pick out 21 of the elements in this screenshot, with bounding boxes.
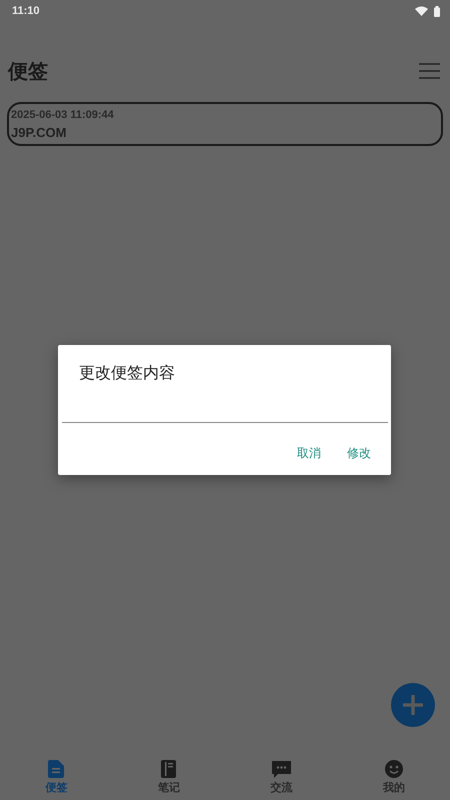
note-content: J9P.COM — [11, 125, 68, 140]
notebook-icon — [161, 760, 176, 778]
nav-tab[interactable]: 交流 — [225, 760, 338, 794]
chat-icon — [272, 760, 291, 778]
battery-icon — [434, 6, 440, 16]
wifi-icon — [415, 6, 428, 16]
plus-icon — [403, 695, 423, 715]
cancel-button[interactable]: 取消 — [291, 441, 327, 466]
nav-tab[interactable]: 笔记 — [112, 760, 225, 795]
confirm-button[interactable]: 修改 — [341, 441, 377, 466]
nav-tab[interactable]: 便签 — [0, 760, 112, 795]
menu-icon[interactable] — [419, 63, 440, 79]
dialog-title: 更改便签内容 — [79, 363, 176, 384]
page-title: 便签 — [8, 58, 48, 84]
smiley-icon — [384, 760, 403, 778]
nav-tab[interactable]: 我的 — [338, 760, 450, 795]
note-card[interactable]: 2025-06-03 11:09:44 J9P.COM — [7, 102, 443, 146]
note-time: 2025-06-03 11:09:44 — [11, 109, 115, 121]
document-icon — [48, 760, 64, 778]
status-time: 11:10 — [12, 5, 40, 17]
add-button[interactable] — [391, 683, 435, 727]
